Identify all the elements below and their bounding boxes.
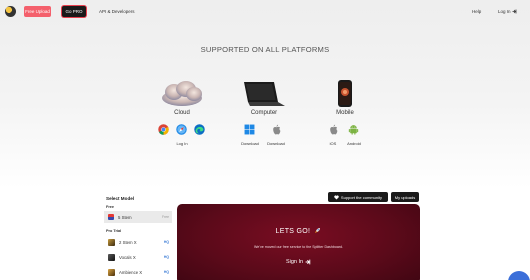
top-nav: Free Upload Go PRO API & Developers Help… <box>0 0 530 24</box>
help-link[interactable]: Help <box>472 9 481 14</box>
select-model-heading: Select Model <box>106 196 135 201</box>
model-thumbnail <box>108 238 115 246</box>
edge-icon[interactable] <box>194 124 205 135</box>
model-row-vocals-x[interactable]: Vocals X HQ <box>104 251 172 263</box>
model-row-ambience-x[interactable]: Ambience X HQ <box>104 266 172 278</box>
my-uploads-label: My uploads <box>394 194 416 200</box>
flag-icon <box>108 214 114 220</box>
login-label: Log In <box>498 9 511 14</box>
free-upload-button[interactable]: Free Upload <box>24 6 51 17</box>
model-thumbnail <box>108 268 115 276</box>
api-developers-link[interactable]: API & Developers <box>99 9 135 14</box>
pro-trial-section-label: Pro Trial <box>106 229 122 233</box>
sign-in-label: Sign In <box>285 259 304 265</box>
free-section-label: Free <box>106 205 115 209</box>
my-uploads-button[interactable]: My uploads <box>391 192 419 202</box>
chat-support-icon[interactable] <box>508 271 530 280</box>
panel-sign-in-button[interactable]: Sign In <box>177 259 420 265</box>
login-link[interactable]: Log In <box>498 9 517 14</box>
safari-icon[interactable] <box>176 124 187 135</box>
mac-download-caption[interactable]: Download <box>264 141 288 146</box>
laptop-illustration-icon <box>244 82 285 106</box>
chrome-icon[interactable] <box>158 124 169 135</box>
cloud-login-caption[interactable]: Log In <box>170 141 194 146</box>
model-name: 5 Stem <box>118 214 132 220</box>
app-logo[interactable] <box>5 6 16 17</box>
panel-heading-text: LETS GO! <box>275 228 311 235</box>
ios-apple-icon[interactable] <box>328 124 339 135</box>
panel-heading: LETS GO! <box>177 227 420 235</box>
model-row-5-stem[interactable]: 5 Stem Free <box>104 211 172 223</box>
apple-icon[interactable] <box>271 124 282 135</box>
android-icon[interactable] <box>348 124 359 135</box>
heart-icon <box>334 195 339 199</box>
model-name: 2 Stem X <box>119 239 137 245</box>
platform-computer-label: Computer <box>250 110 278 116</box>
platform-mobile-label: Mobile <box>336 110 354 116</box>
free-upload-label: Free Upload <box>25 9 50 14</box>
android-caption[interactable]: Android <box>342 141 366 146</box>
support-community-button[interactable]: Support the community <box>328 192 388 202</box>
ios-caption[interactable]: iOS <box>324 141 342 146</box>
model-name: Ambience X <box>119 269 143 275</box>
model-row-2-stem-x[interactable]: 2 Stem X HQ <box>104 236 172 248</box>
windows-download-caption[interactable]: Download <box>238 141 262 146</box>
support-community-label: Support the community <box>340 194 383 200</box>
model-tag: HQ <box>163 270 169 274</box>
platforms-title: SUPPORTED ON ALL PLATFORMS <box>200 45 330 54</box>
cloud-illustration-icon <box>162 81 202 106</box>
go-pro-button[interactable]: Go PRO <box>62 6 86 17</box>
windows-icon[interactable] <box>244 124 255 135</box>
platform-cloud-label: Cloud <box>174 110 190 116</box>
sign-in-arrow-icon <box>305 259 311 265</box>
dashboard-promo-panel <box>177 204 420 280</box>
phone-illustration-icon <box>338 80 352 107</box>
model-tag: HQ <box>163 240 169 244</box>
go-pro-label: Go PRO <box>65 9 83 14</box>
model-name: Vocals X <box>119 254 136 260</box>
rocket-icon <box>315 228 321 233</box>
model-thumbnail <box>108 253 115 261</box>
model-tag: HQ <box>163 255 169 259</box>
model-tag: Free <box>162 215 169 219</box>
login-arrow-icon <box>512 9 516 14</box>
panel-subtext: We've moved our free service to the Spli… <box>253 245 344 249</box>
